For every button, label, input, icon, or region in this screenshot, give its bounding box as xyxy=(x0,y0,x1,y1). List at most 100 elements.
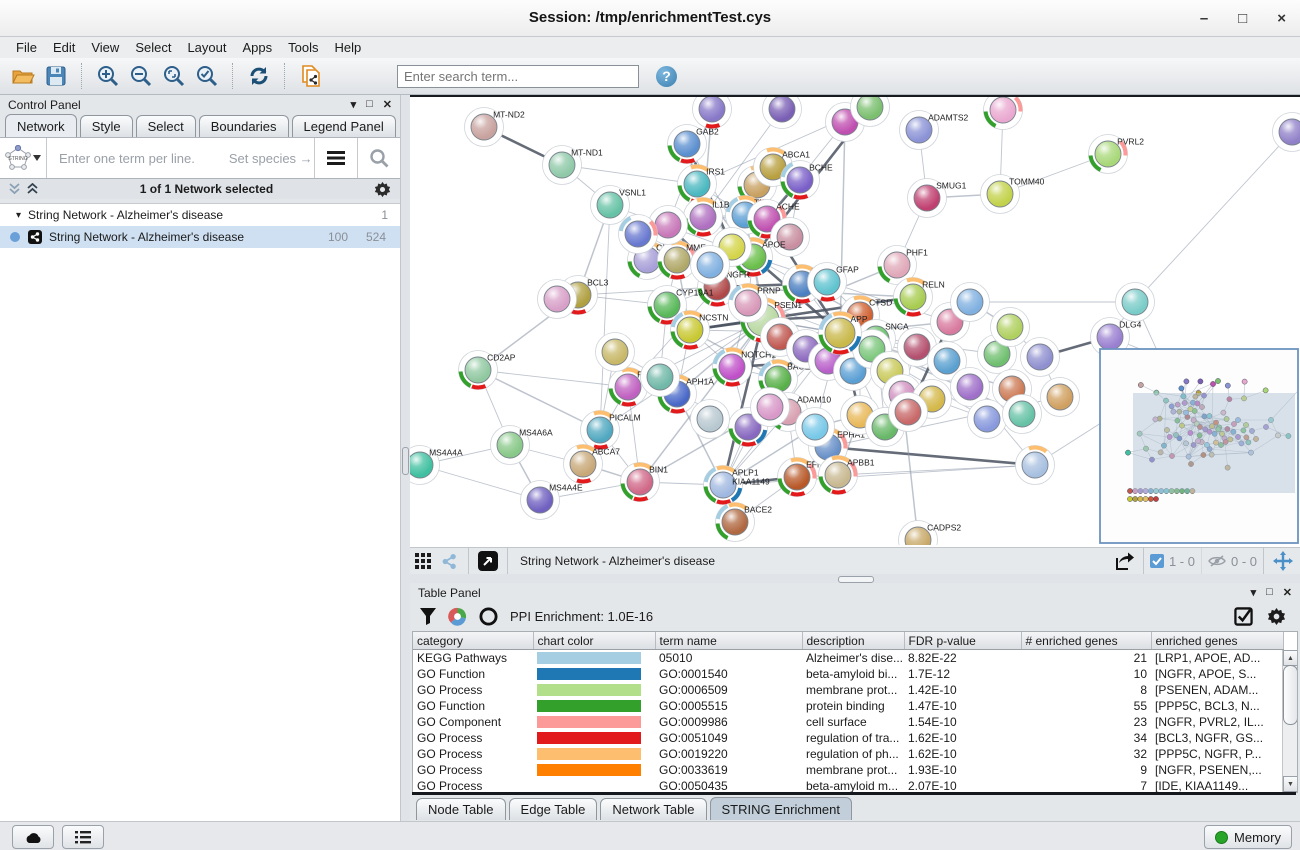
protein-node[interactable]: BCHE xyxy=(781,161,834,200)
protein-node[interactable] xyxy=(968,400,1007,439)
protein-node[interactable] xyxy=(984,97,1023,130)
collapse-all-icon[interactable] xyxy=(26,183,39,195)
table-row[interactable]: GO FunctionGO:0005515protein binding1.47… xyxy=(413,698,1283,714)
column-header[interactable]: term name xyxy=(655,632,802,650)
refresh-network-button[interactable] xyxy=(246,63,272,89)
zoom-selected-button[interactable] xyxy=(194,63,220,89)
protein-node[interactable]: GAB2 xyxy=(668,125,720,164)
table-row[interactable]: GO ProcessGO:0050435beta-amyloid m...2.0… xyxy=(413,778,1283,793)
protein-node[interactable] xyxy=(1273,113,1300,152)
panel-close-icon[interactable]: ✕ xyxy=(1283,586,1292,599)
zoom-out-button[interactable] xyxy=(128,63,154,89)
panel-float-icon[interactable]: □ xyxy=(1266,586,1273,599)
cloud-tasks-button[interactable] xyxy=(12,825,54,849)
table-row[interactable]: GO ProcessGO:0033619membrane prot...1.93… xyxy=(413,762,1283,778)
table-row[interactable]: GO ProcessGO:0019220regulation of ph...1… xyxy=(413,746,1283,762)
zoom-fit-button[interactable] xyxy=(161,63,187,89)
column-header[interactable]: enriched genes xyxy=(1151,632,1283,650)
table-row[interactable]: GO ComponentGO:0009986cell surface1.54E-… xyxy=(413,714,1283,730)
protein-node[interactable]: MS4A4A xyxy=(410,446,463,485)
column-header[interactable]: # enriched genes xyxy=(1021,632,1151,650)
splitter-grip[interactable] xyxy=(402,447,409,475)
menu-select[interactable]: Select xyxy=(127,40,179,55)
protein-node[interactable]: SMUG1 xyxy=(908,179,967,218)
remove-chart-icon[interactable] xyxy=(479,607,498,626)
column-header[interactable]: description xyxy=(802,632,904,650)
protein-node[interactable] xyxy=(991,308,1030,347)
table-row[interactable]: KEGG Pathways05010Alzheimer's dise...8.8… xyxy=(413,650,1283,667)
menu-edit[interactable]: Edit xyxy=(45,40,83,55)
network-collection-row[interactable]: ▾ String Network - Alzheimer's disease 1 xyxy=(0,204,400,226)
protein-node[interactable] xyxy=(796,408,835,447)
tab-network[interactable]: Network xyxy=(5,114,77,137)
protein-node[interactable]: NCSTN xyxy=(671,311,729,350)
tab-string-enrichment[interactable]: STRING Enrichment xyxy=(710,797,852,820)
protein-node[interactable]: APLP1KIAA1149 xyxy=(704,466,771,505)
detach-view-button[interactable] xyxy=(475,548,501,574)
protein-node[interactable]: PICALM xyxy=(581,411,641,450)
scroll-thumb[interactable] xyxy=(1283,665,1298,725)
expand-all-icon[interactable] xyxy=(8,183,21,195)
protein-node[interactable]: PVRL2 xyxy=(1089,135,1145,174)
menu-file[interactable]: File xyxy=(8,40,45,55)
zoom-in-button[interactable] xyxy=(95,63,121,89)
menu-tools[interactable]: Tools xyxy=(280,40,326,55)
protein-node[interactable] xyxy=(1041,378,1080,417)
gear-icon[interactable] xyxy=(1267,607,1286,626)
tab-style[interactable]: Style xyxy=(80,115,133,137)
protein-node[interactable] xyxy=(619,215,658,254)
table-row[interactable]: GO FunctionGO:0001540beta-amyloid bi...1… xyxy=(413,666,1283,682)
panel-close-icon[interactable]: ✕ xyxy=(383,98,392,111)
navigator-toggle-button[interactable] xyxy=(1270,548,1296,574)
column-header[interactable]: chart color xyxy=(533,632,655,650)
protein-node[interactable]: BACE2 xyxy=(716,503,773,542)
protein-node[interactable] xyxy=(596,333,635,372)
protein-node[interactable]: TOMM40 xyxy=(981,175,1045,214)
menu-help[interactable]: Help xyxy=(327,40,370,55)
protein-node[interactable]: GFAP xyxy=(808,263,860,302)
string-search-button[interactable] xyxy=(358,148,400,168)
network-share-button[interactable] xyxy=(436,548,462,574)
gear-icon[interactable] xyxy=(374,181,391,198)
string-options-button[interactable] xyxy=(315,151,357,165)
protein-node[interactable] xyxy=(889,393,928,432)
scroll-down-arrow[interactable]: ▼ xyxy=(1283,776,1298,792)
grid-view-button[interactable] xyxy=(410,548,436,574)
tab-edge-table[interactable]: Edge Table xyxy=(509,798,598,820)
protein-node[interactable] xyxy=(538,280,577,319)
column-header[interactable]: FDR p-value xyxy=(904,632,1021,650)
tab-network-table[interactable]: Network Table xyxy=(600,798,706,820)
protein-node[interactable] xyxy=(1003,395,1042,434)
protein-node[interactable] xyxy=(691,400,730,439)
set-species-hint[interactable]: Set species → xyxy=(229,151,313,166)
string-logo-icon[interactable]: STRING xyxy=(0,145,46,171)
save-session-button[interactable] xyxy=(43,63,69,89)
task-history-button[interactable] xyxy=(62,825,104,849)
scroll-up-arrow[interactable]: ▲ xyxy=(1283,650,1298,666)
maximize-button[interactable]: □ xyxy=(1238,10,1247,27)
string-network-graph[interactable]: MT-ND2MT-ND1VSNL1GAB2ADAMTS2PVRL2TOMM40S… xyxy=(410,97,1300,545)
menu-view[interactable]: View xyxy=(83,40,127,55)
filter-icon[interactable] xyxy=(420,608,436,625)
export-image-button[interactable] xyxy=(1111,548,1137,574)
search-input[interactable] xyxy=(397,65,639,88)
protein-node[interactable] xyxy=(763,97,802,129)
protein-node[interactable]: MS4A4E xyxy=(521,481,583,520)
protein-node[interactable]: BIN1 xyxy=(621,463,669,502)
menu-layout[interactable]: Layout xyxy=(179,40,234,55)
table-row[interactable]: GO ProcessGO:0006509membrane prot...1.42… xyxy=(413,682,1283,698)
column-header[interactable]: category xyxy=(413,632,533,650)
birdseye-navigator[interactable] xyxy=(1100,349,1300,543)
tab-boundaries[interactable]: Boundaries xyxy=(199,115,289,137)
protein-node[interactable] xyxy=(771,218,810,257)
protein-node[interactable] xyxy=(1021,338,1060,377)
enrichment-chart-icon[interactable] xyxy=(448,607,467,626)
protein-node[interactable] xyxy=(951,283,990,322)
tab-legend-panel[interactable]: Legend Panel xyxy=(292,115,396,137)
clone-network-button[interactable] xyxy=(298,63,324,89)
protein-node[interactable]: ABCA7 xyxy=(564,445,621,484)
protein-node[interactable]: MS4A6A xyxy=(491,426,553,465)
memory-button[interactable]: Memory xyxy=(1204,825,1292,849)
splitter-grip[interactable] xyxy=(838,576,874,583)
protein-node[interactable] xyxy=(693,97,732,129)
